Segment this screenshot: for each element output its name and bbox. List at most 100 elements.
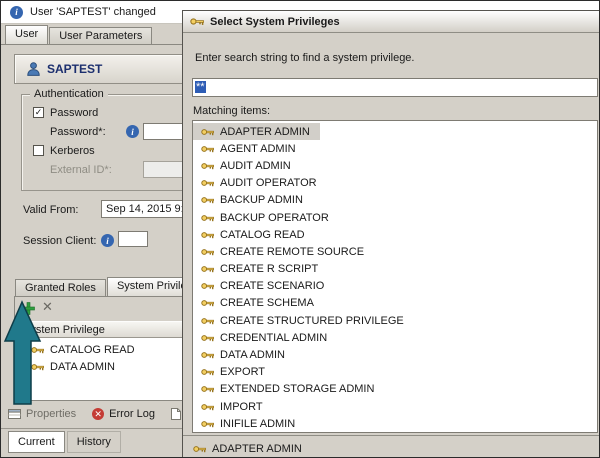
key-icon [201,368,214,376]
privilege-list-item-label: DATA ADMIN [220,349,285,361]
granted-privilege-label: DATA ADMIN [50,361,115,373]
privilege-list-item[interactable]: DATA ADMIN [193,346,295,363]
tab-history[interactable]: History [67,431,121,453]
key-icon [201,128,214,136]
dialog-instruction: Enter search string to find a system pri… [195,52,414,64]
session-client-info-icon: i [101,234,114,247]
tab-current[interactable]: Current [8,431,65,453]
checkmark-icon: ✓ [35,108,43,117]
key-icon [201,196,214,204]
tab-granted-roles[interactable]: Granted Roles [15,279,106,297]
select-system-privileges-dialog: Select System Privileges Enter search st… [182,10,600,458]
key-icon [201,420,214,428]
key-icon [201,385,214,393]
key-icon [201,162,214,170]
privilege-list-item[interactable]: AUDIT OPERATOR [193,175,327,192]
valid-from-label: Valid From: [23,204,78,216]
editor-tab-bar: User User Parameters [5,25,153,45]
privilege-list-item[interactable]: AGENT ADMIN [193,140,306,157]
privilege-list-item[interactable]: CATALOG READ [193,226,315,243]
privilege-list-item[interactable]: CREATE SCHEMA [193,295,324,312]
dialog-title-bar: Select System Privileges [183,11,600,33]
privilege-list-item-label: CREATE REMOTE SOURCE [220,246,364,258]
privilege-list-item[interactable]: INIFILE ADMIN [193,415,305,432]
privilege-list-item[interactable]: EXTENDED STORAGE ADMIN [193,381,384,398]
tab-user[interactable]: User [5,25,48,45]
session-client-input[interactable] [118,231,148,247]
annotation-arrow [3,298,49,408]
privilege-list-item-label: CREATE R SCRIPT [220,263,318,275]
session-client-label: Session Client: [23,235,96,247]
kerberos-checkbox[interactable] [33,145,44,156]
privilege-list-item-label: ADAPTER ADMIN [220,126,310,138]
privilege-list-item-label: EXTENDED STORAGE ADMIN [220,383,374,395]
privilege-list-item[interactable]: AUDIT ADMIN [193,157,301,174]
authentication-group-title: Authentication [30,88,108,100]
key-icon [201,282,214,290]
privilege-list-item-label: CREATE STRUCTURED PRIVILEGE [220,315,404,327]
search-input[interactable]: ** [192,78,598,97]
privilege-list-item[interactable]: EXPORT [193,364,275,381]
privilege-list-item-label: EXPORT [220,366,265,378]
privilege-list-item-label: BACKUP OPERATOR [220,212,329,224]
user-icon [27,62,40,76]
key-icon [193,445,206,453]
granted-privilege-label: CATALOG READ [50,344,135,356]
privilege-list-item[interactable]: IMPORT [193,398,273,415]
key-icon [201,317,214,325]
tab-error-log-label: Error Log [109,408,155,420]
dialog-title-text: Select System Privileges [210,16,340,28]
search-input-value: ** [195,81,206,93]
privilege-list-item-label: CREDENTIAL ADMIN [220,332,327,344]
key-icon [201,214,214,222]
privilege-list-item[interactable]: CREATE R SCRIPT [193,261,328,278]
privilege-list-item-label: AUDIT ADMIN [220,160,291,172]
privilege-list-item-label: BACKUP ADMIN [220,194,303,206]
privilege-list-item[interactable]: CREATE SCENARIO [193,278,334,295]
external-id-label: External ID*: [50,164,112,176]
selected-item-label: ADAPTER ADMIN [212,443,302,455]
editor-message-text: User 'SAPTEST' changed [30,6,156,18]
key-icon [201,403,214,411]
privilege-list-item-label: CATALOG READ [220,229,305,241]
privilege-list-item-label: CREATE SCHEMA [220,297,314,309]
key-icon [190,17,204,26]
selected-item-details: ADAPTER ADMIN [183,435,600,458]
key-icon [201,231,214,239]
password-checkbox[interactable]: ✓ [33,107,44,118]
privilege-list-item[interactable]: BACKUP ADMIN [193,192,313,209]
user-name: SAPTEST [47,62,102,76]
tab-properties-label: Properties [26,408,76,420]
privilege-list-item-label: INIFILE ADMIN [220,418,295,430]
password-info-icon: i [126,125,139,138]
password-field-label: Password*: [50,126,106,138]
privilege-list-item-label: IMPORT [220,401,263,413]
key-icon [201,299,214,307]
privilege-list-item-label: AUDIT OPERATOR [220,177,317,189]
key-icon [201,145,214,153]
matching-items-list: ADAPTER ADMIN AGENT ADMIN [192,120,598,433]
tab-user-parameters[interactable]: User Parameters [49,27,152,45]
key-icon [201,265,214,273]
matching-items-label: Matching items: [193,105,270,117]
privilege-list-item-label: CREATE SCENARIO [220,280,324,292]
footer-tab-bar: Current History [8,431,121,453]
tab-error-log[interactable]: ✕ Error Log [92,408,155,420]
key-icon [201,334,214,342]
privilege-list-item-label: AGENT ADMIN [220,143,296,155]
key-icon [201,351,214,359]
key-icon [201,248,214,256]
key-icon [201,179,214,187]
properties-icon [8,408,21,420]
error-log-icon: ✕ [92,408,104,420]
job-icon [171,408,181,420]
privilege-list-item[interactable]: CREATE STRUCTURED PRIVILEGE [193,312,414,329]
screenshot-root: i User 'SAPTEST' changed User User Param… [0,0,600,458]
info-icon: i [10,6,23,19]
privilege-list-item[interactable]: CREDENTIAL ADMIN [193,329,337,346]
tab-properties[interactable]: Properties [8,408,76,420]
privilege-list-item[interactable]: BACKUP OPERATOR [193,209,339,226]
kerberos-checkbox-label: Kerberos [50,145,95,157]
privilege-list-item[interactable]: CREATE REMOTE SOURCE [193,243,374,260]
privilege-list-item[interactable]: ADAPTER ADMIN [193,123,320,140]
